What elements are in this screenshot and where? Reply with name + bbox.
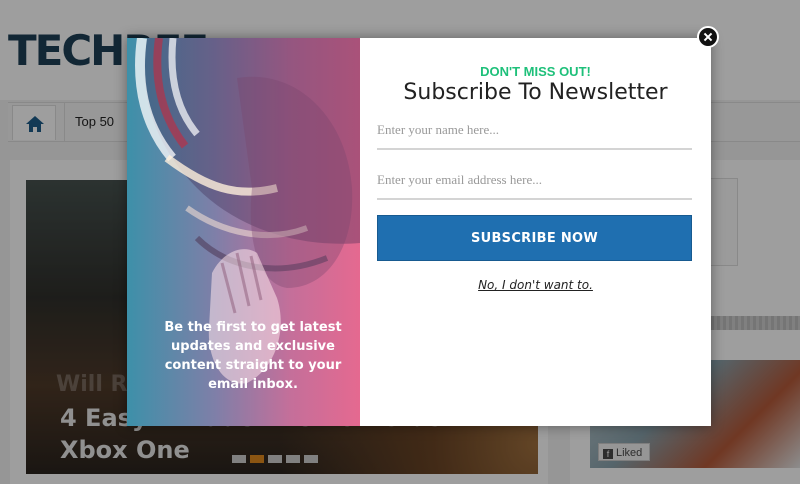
subscribe-form-panel: DON'T MISS OUT! Subscribe To Newsletter … xyxy=(360,38,711,426)
name-input[interactable] xyxy=(377,112,692,150)
newsletter-modal: Be the first to get latest updates and e… xyxy=(127,38,711,426)
promo-text: Be the first to get latest updates and e… xyxy=(164,320,342,392)
modal-title: Subscribe To Newsletter xyxy=(403,80,668,105)
promo-image-panel: Be the first to get latest updates and e… xyxy=(127,38,360,426)
subscribe-button[interactable]: SUBSCRIBE NOW xyxy=(377,215,692,261)
decline-link[interactable]: No, I don't want to. xyxy=(360,278,711,292)
modal-kicker: DON'T MISS OUT! xyxy=(480,64,591,79)
email-input[interactable] xyxy=(377,162,692,200)
close-icon[interactable] xyxy=(697,26,719,48)
